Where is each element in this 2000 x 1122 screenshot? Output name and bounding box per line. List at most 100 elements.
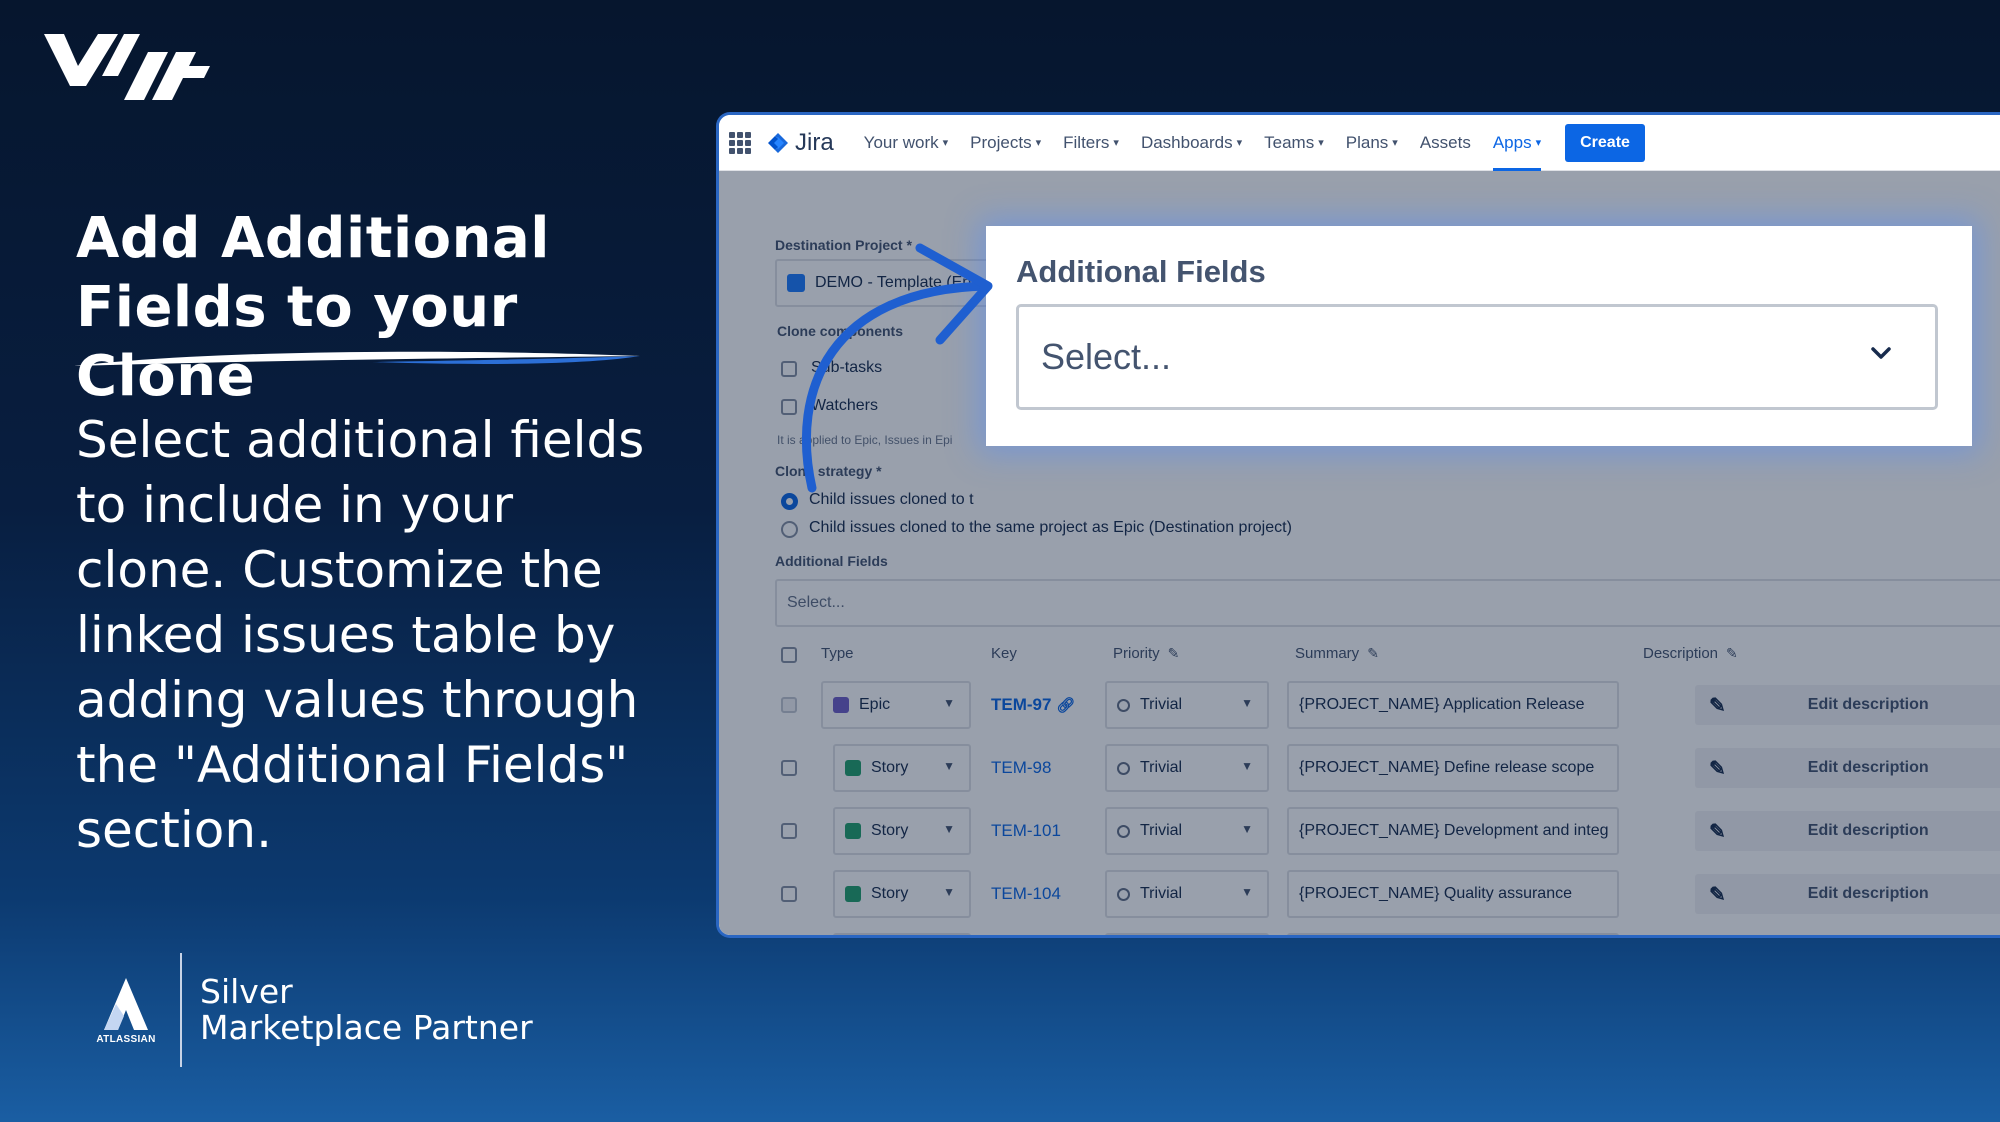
issue-type-select[interactable]: Story ▼ — [833, 807, 971, 855]
pencil-icon[interactable]: ✎ — [1726, 645, 1738, 662]
pencil-icon[interactable]: ✎ — [1367, 645, 1379, 662]
story-icon — [845, 886, 861, 902]
nav-label: Teams — [1264, 132, 1315, 152]
edit-description-button[interactable]: ✎ Edit description — [1695, 685, 2000, 725]
header-label: Description — [1643, 645, 1719, 662]
curved-arrow-icon — [801, 243, 993, 493]
promo-body-text: Select additional fields to include in y… — [76, 411, 645, 859]
jira-logo-icon — [768, 132, 788, 153]
issue-type-label: Epic — [859, 696, 891, 713]
col-header-description: Description ✎ — [1643, 645, 1738, 662]
nav-plans[interactable]: Plans ▾ — [1346, 115, 1398, 171]
summary-value: {PROJECT_NAME} Development and integ — [1299, 822, 1609, 839]
edit-description-button[interactable]: ✎ Edit description — [1695, 748, 2000, 788]
table-row: Story ▼ TEM-101 Trivial ▼ {PROJECT_NAME} Deve… — [775, 807, 2000, 857]
trivial-priority-icon — [1117, 887, 1130, 901]
chevron-down-icon: ▼ — [1241, 696, 1253, 710]
chevron-down-icon: ▼ — [1241, 885, 1253, 899]
issue-type-select[interactable]: Story▼ — [833, 933, 971, 935]
row-checkbox[interactable] — [781, 697, 797, 713]
issue-key: TEM-101 — [991, 821, 1061, 840]
edit-description-label: Edit description — [1807, 822, 1929, 839]
pencil-icon: ✎ — [1709, 757, 1726, 780]
issue-type-select[interactable]: Story▼ — [833, 870, 971, 918]
summary-field[interactable]: {PROJECT_NAME} Application Release — [1287, 681, 1619, 729]
partner-line-1: Silver — [200, 972, 293, 1011]
edit-description-label: Edit description — [1807, 759, 1929, 776]
nav-projects[interactable]: Projects ▾ — [970, 115, 1041, 171]
table-row: Story▼TEM-109Trivial▼{PROJECT_NAME} Docu… — [775, 933, 2000, 938]
callout-title: Additional Fields — [1016, 254, 1266, 289]
chevron-down-icon: ▼ — [943, 759, 955, 773]
priority-select[interactable]: Trivial▼ — [1105, 681, 1269, 729]
pencil-icon: ✎ — [1709, 820, 1726, 843]
priority-select[interactable]: Trivial ▼ — [1105, 744, 1269, 792]
nav-your-work[interactable]: Your work ▾ — [864, 115, 949, 171]
create-button[interactable]: Create — [1565, 123, 1645, 162]
summary-field[interactable]: {PROJECT_NAME} Quality assurance — [1287, 870, 1619, 918]
strategy-radio-2[interactable] — [781, 521, 798, 538]
table-row: Story ▼ TEM-98 Trivial ▼ {PROJECT_NAME} Defin… — [775, 744, 2000, 794]
priority-select[interactable]: Trivial▼ — [1105, 870, 1269, 918]
col-header-type: Type — [821, 645, 854, 662]
nav-label: Assets — [1419, 132, 1471, 152]
additional-fields-select[interactable]: Select... — [775, 579, 2000, 627]
select-all-checkbox[interactable] — [781, 647, 797, 663]
row-checkbox[interactable] — [781, 886, 797, 902]
edit-description-button[interactable]: ✎ Edit description — [1695, 811, 2000, 851]
priority-select[interactable]: Trivial▼ — [1105, 933, 1269, 935]
edit-description-button[interactable]: ✎Edit description — [1695, 937, 2000, 938]
issue-key-link[interactable]: TEM-97 🔗︎ — [991, 695, 1075, 715]
headline-underline-swoosh — [74, 351, 640, 366]
edit-description-label: Edit description — [1807, 885, 1929, 902]
col-header-priority: Priority ✎ — [1113, 645, 1179, 662]
nav-label: Dashboards — [1140, 132, 1233, 152]
edit-description-label: Edit description — [1807, 696, 1929, 713]
row-checkbox[interactable] — [781, 760, 797, 776]
nav-dashboards[interactable]: Dashboards ▾ — [1141, 115, 1242, 171]
chevron-down-icon: ▼ — [943, 822, 955, 836]
row-checkbox[interactable] — [781, 823, 797, 839]
edit-description-button[interactable]: ✎ Edit description — [1695, 874, 2000, 914]
nav-label: Projects — [970, 132, 1032, 152]
app-switcher-icon[interactable] — [729, 131, 751, 154]
pencil-icon[interactable]: ✎ — [1168, 645, 1180, 662]
pencil-icon: ✎ — [1709, 694, 1726, 717]
nav-assets[interactable]: Assets — [1420, 115, 1471, 171]
nav-teams[interactable]: Teams ▾ — [1264, 115, 1324, 171]
summary-value: {PROJECT_NAME} Define release scope — [1299, 759, 1595, 776]
callout-select-placeholder: Select... — [1041, 336, 1172, 377]
table-row: Epic ▼ TEM-97 🔗︎ Trivial ▼ {PROJECT_NAME} App… — [775, 681, 2000, 731]
priority-label: Trivial — [1140, 822, 1183, 839]
issue-key-link[interactable]: TEM-98 — [991, 758, 1051, 778]
jira-logo[interactable]: Jira — [767, 129, 834, 157]
nav-label: Your work — [863, 132, 939, 152]
chevron-down-icon: ▼ — [1241, 759, 1253, 773]
col-header-summary: Summary ✎ — [1295, 645, 1379, 662]
issue-key-link[interactable]: TEM-101 — [991, 821, 1061, 841]
priority-select[interactable]: Trivial▼ — [1105, 807, 1269, 855]
priority-label: Trivial — [1140, 759, 1183, 776]
issue-type-select[interactable]: Story ▼ — [833, 744, 971, 792]
chevron-down-icon: ▾ — [1113, 137, 1119, 149]
trivial-priority-icon — [1117, 824, 1130, 838]
partner-badge: ATLASSIAN Silver Marketplace Partner — [96, 952, 533, 1068]
issue-key-link[interactable]: TEM-104 — [991, 884, 1061, 904]
nav-apps[interactable]: Apps ▾ — [1492, 115, 1542, 171]
trivial-priority-icon — [1117, 761, 1130, 775]
chevron-down-icon: ▾ — [942, 137, 949, 149]
headline-line-1: Add Additional — [76, 206, 551, 271]
callout-additional-fields-select[interactable]: Select... — [1016, 304, 1938, 410]
issue-type-label: Story — [871, 759, 909, 776]
chevron-down-icon: ▾ — [1236, 137, 1243, 149]
nav-filters[interactable]: Filters ▾ — [1063, 115, 1119, 171]
summary-field[interactable]: {PROJECT_NAME} Define release scope — [1287, 744, 1619, 792]
summary-field[interactable]: {PROJECT_NAME} Development and integ — [1287, 807, 1619, 855]
issue-type-label: Story — [871, 822, 909, 839]
pencil-icon: ✎ — [1709, 883, 1726, 906]
summary-value: {PROJECT_NAME} Quality assurance — [1299, 885, 1572, 902]
issue-type-select[interactable]: Epic ▼ — [821, 681, 971, 729]
header-label: Key — [991, 645, 1017, 662]
summary-field[interactable]: {PROJECT_NAME} Documentation — [1287, 933, 1619, 935]
header-label: Type — [821, 645, 854, 662]
